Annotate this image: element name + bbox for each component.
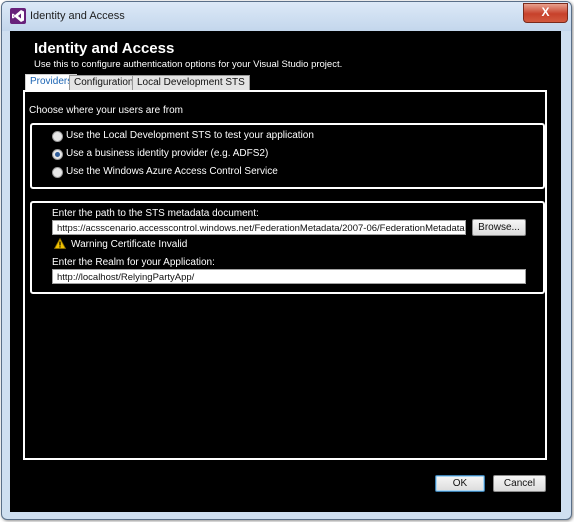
metadata-path-input[interactable]: https://acsscenario.accesscontrol.window…: [52, 220, 466, 235]
metadata-path-label: Enter the path to the STS metadata docum…: [52, 208, 259, 219]
dialog-window: Identity and Access X Identity and Acces…: [1, 1, 572, 520]
radio-button-selected[interactable]: [52, 149, 63, 160]
visual-studio-icon: [10, 8, 26, 24]
radio-label: Use the Local Development STS to test yo…: [66, 130, 314, 141]
tab-configuration[interactable]: Configuration: [69, 75, 139, 91]
tab-local-development-sts[interactable]: Local Development STS: [132, 75, 250, 91]
certificate-warning-text: Warning Certificate Invalid: [71, 239, 188, 250]
page-subtitle: Use this to configure authentication opt…: [34, 59, 343, 70]
radio-label: Use the Windows Azure Access Control Ser…: [66, 166, 278, 177]
close-icon: X: [541, 5, 550, 19]
choose-users-label: Choose where your users are from: [29, 105, 183, 116]
radio-button[interactable]: [52, 131, 63, 142]
browse-button[interactable]: Browse...: [472, 219, 526, 236]
ok-button[interactable]: OK: [435, 475, 485, 492]
realm-input[interactable]: http://localhost/RelyingPartyApp/: [52, 269, 526, 284]
warning-icon: [53, 237, 67, 252]
window-title: Identity and Access: [30, 10, 125, 22]
page-title: Identity and Access: [34, 40, 175, 57]
radio-label: Use a business identity provider (e.g. A…: [66, 148, 269, 159]
realm-label: Enter the Realm for your Application:: [52, 257, 215, 268]
radio-button[interactable]: [52, 167, 63, 178]
close-button[interactable]: X: [523, 3, 568, 23]
cancel-button[interactable]: Cancel: [493, 475, 546, 492]
dialog-body: Identity and Access Use this to configur…: [10, 31, 561, 512]
title-bar[interactable]: Identity and Access X: [2, 2, 571, 31]
